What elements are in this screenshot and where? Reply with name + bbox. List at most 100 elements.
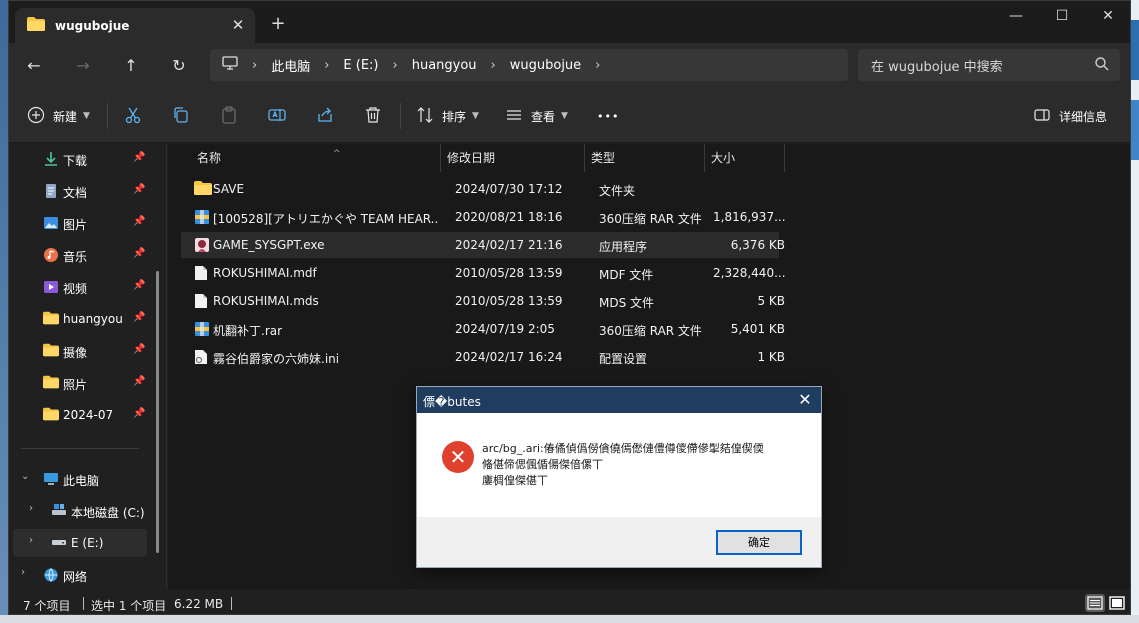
file-size: 1 KB <box>757 350 785 364</box>
view-button[interactable]: 查看 ▼ <box>505 103 568 129</box>
chevron-right-icon[interactable]: › <box>595 58 600 73</box>
sidebar-item-huangyou[interactable]: huangyou 📌 <box>9 305 155 333</box>
new-tab-button[interactable]: + <box>267 13 289 35</box>
close-window-button[interactable]: ✕ <box>1085 1 1130 33</box>
sidebar-item-network[interactable]: › 网络 <box>9 561 155 589</box>
pin-icon[interactable]: 📌 <box>133 280 145 291</box>
folder-icon <box>43 311 59 328</box>
rename-button[interactable] <box>268 103 286 129</box>
file-date: 2010/05/28 13:59 <box>455 294 563 308</box>
file-row-rokushimai-mdf[interactable]: ROKUSHIMAI.mdf 2010/05/28 13:59 MDF 文件 2… <box>181 260 785 286</box>
desktop-edge-right <box>1131 0 1139 623</box>
copy-button[interactable] <box>172 103 190 129</box>
navigation-bar: ← → ↑ ↻ › 此电脑 › E (E:) › huangyou › wugu… <box>9 43 1130 89</box>
file-icon <box>194 293 208 312</box>
sidebar-item-videos[interactable]: 视频 📌 <box>9 273 155 301</box>
sidebar-divider <box>21 448 139 449</box>
column-header-name[interactable]: 名称 ^ <box>189 144 442 172</box>
breadcrumb-huangyou[interactable]: huangyou <box>412 58 477 73</box>
pin-icon[interactable]: 📌 <box>133 408 145 419</box>
pin-icon[interactable]: 📌 <box>133 216 145 227</box>
file-row-patch-rar[interactable]: 机翻补丁.rar 2024/07/19 2:05 360压缩 RAR 文件 5,… <box>181 316 785 342</box>
pin-icon[interactable]: 📌 <box>133 376 145 387</box>
maximize-button[interactable]: ☐ <box>1039 1 1085 33</box>
sidebar-item-label: 本地磁盘 (C:) <box>71 506 145 520</box>
file-row-game-sysgpt-exe[interactable]: GAME_SYSGPT.exe 2024/02/17 21:16 应用程序 6,… <box>181 232 785 258</box>
chevron-down-icon: ▼ <box>472 111 479 121</box>
pin-icon[interactable]: 📌 <box>133 248 145 259</box>
back-button[interactable]: ← <box>19 52 49 80</box>
toolbar-divider <box>400 103 401 129</box>
sort-button[interactable]: 排序 ▼ <box>416 103 479 129</box>
refresh-button[interactable]: ↻ <box>164 52 194 80</box>
chevron-right-icon[interactable]: › <box>21 567 25 578</box>
sidebar-item-label: 照片 <box>63 378 88 392</box>
breadcrumb-wugubojue[interactable]: wugubojue <box>510 58 581 73</box>
pin-icon[interactable]: 📌 <box>133 344 145 355</box>
file-row-rokushimai-mds[interactable]: ROKUSHIMAI.mds 2010/05/28 13:59 MDS 文件 5… <box>181 288 785 314</box>
new-label: 新建 <box>53 109 78 124</box>
share-button[interactable] <box>316 103 334 129</box>
more-options-button[interactable]: ••• <box>597 103 619 129</box>
rar-archive-icon <box>194 321 210 340</box>
minimize-button[interactable]: — <box>993 1 1039 33</box>
sidebar-item-downloads[interactable]: 下载 📌 <box>9 145 155 173</box>
sidebar-item-camera[interactable]: 摄像 📌 <box>9 337 155 365</box>
address-bar[interactable]: › 此电脑 › E (E:) › huangyou › wugubojue › <box>210 49 848 81</box>
new-button[interactable]: 新建 ▼ <box>27 103 90 129</box>
sidebar-item-drive-e[interactable]: › E (E:) <box>13 529 147 557</box>
tab-close-icon[interactable]: ✕ <box>229 16 247 34</box>
chevron-right-icon: › <box>392 57 398 73</box>
sidebar-item-photos[interactable]: 照片 📌 <box>9 369 155 397</box>
breadcrumb-this-pc[interactable]: 此电脑 <box>271 56 310 75</box>
document-icon <box>43 183 59 202</box>
sidebar-item-label: E (E:) <box>71 536 104 550</box>
ok-button[interactable]: 确定 <box>716 530 802 555</box>
sidebar-item-label: 下载 <box>63 154 88 168</box>
dialog-close-button[interactable]: ✕ <box>795 390 815 410</box>
breadcrumb-drive-e[interactable]: E (E:) <box>343 58 378 73</box>
details-pane-button[interactable]: 详细信息 <box>1033 103 1107 129</box>
paste-button[interactable] <box>220 103 238 129</box>
sidebar-item-label: 2024-07 <box>63 408 114 422</box>
forward-button[interactable]: → <box>68 52 98 80</box>
dialog-message-line: 偹偡偙偲偑偱偒傑偣傫丅 <box>482 458 603 471</box>
file-row-rar-100528[interactable]: [100528][アトリエかぐや TEAM HEAR... 2020/08/21… <box>181 204 785 230</box>
sidebar-item-documents[interactable]: 文档 📌 <box>9 177 155 205</box>
sidebar-item-drive-c[interactable]: › 本地磁盘 (C:) <box>9 497 155 525</box>
sidebar-item-this-pc[interactable]: ⌄ 此电脑 <box>9 465 155 493</box>
column-header-date[interactable]: 修改日期 <box>439 144 583 172</box>
sidebar-item-label: 摄像 <box>63 346 88 360</box>
view-list-icon <box>505 106 523 127</box>
column-header-size[interactable]: 大小 <box>703 144 783 172</box>
up-button[interactable]: ↑ <box>116 52 146 80</box>
column-header-type[interactable]: 类型 <box>583 144 703 172</box>
desktop-window-fragment <box>1131 20 1139 80</box>
tab-wugubojue[interactable]: wugubojue ✕ <box>15 8 255 43</box>
pin-icon[interactable]: 📌 <box>133 184 145 195</box>
details-view-button[interactable] <box>1085 594 1105 612</box>
folder-icon <box>27 17 45 34</box>
column-divider[interactable] <box>784 144 785 172</box>
file-row-save[interactable]: SAVE 2024/07/30 17:12 文件夹 <box>181 176 779 202</box>
dialog-title-bar[interactable]: 僄�butes ✕ <box>417 387 821 413</box>
pin-icon[interactable]: 📌 <box>133 312 145 323</box>
settings-file-icon <box>194 349 208 368</box>
file-icon <box>194 265 208 284</box>
pin-icon[interactable]: 📌 <box>133 152 145 163</box>
sidebar-item-pictures[interactable]: 图片 📌 <box>9 209 155 237</box>
delete-button[interactable] <box>364 103 382 129</box>
search-input[interactable]: 在 wugubojue 中搜索 <box>858 49 1120 81</box>
cut-button[interactable] <box>124 103 142 129</box>
file-row-ini[interactable]: 霧谷伯爵家の六姉妹.ini 2024/02/17 16:24 配置设置 1 KB <box>181 344 785 370</box>
dialog-message-line: arc/bg_.ari:偆僪偵僞僗僋僥傿僽僆僼僔儍僀傪揱夡偟偰偄 <box>482 442 764 455</box>
sidebar-item-music[interactable]: 音乐 📌 <box>9 241 155 269</box>
tiles-view-button[interactable] <box>1107 594 1127 612</box>
sidebar-scrollbar[interactable] <box>156 271 159 553</box>
chevron-right-icon[interactable]: › <box>29 503 33 514</box>
sort-label: 排序 <box>442 109 467 124</box>
sidebar-item-2024-07[interactable]: 2024-07 📌 <box>9 401 155 429</box>
chevron-right-icon[interactable]: › <box>29 535 33 546</box>
sort-ascending-icon: ^ <box>333 149 341 159</box>
chevron-down-icon[interactable]: ⌄ <box>21 471 29 482</box>
